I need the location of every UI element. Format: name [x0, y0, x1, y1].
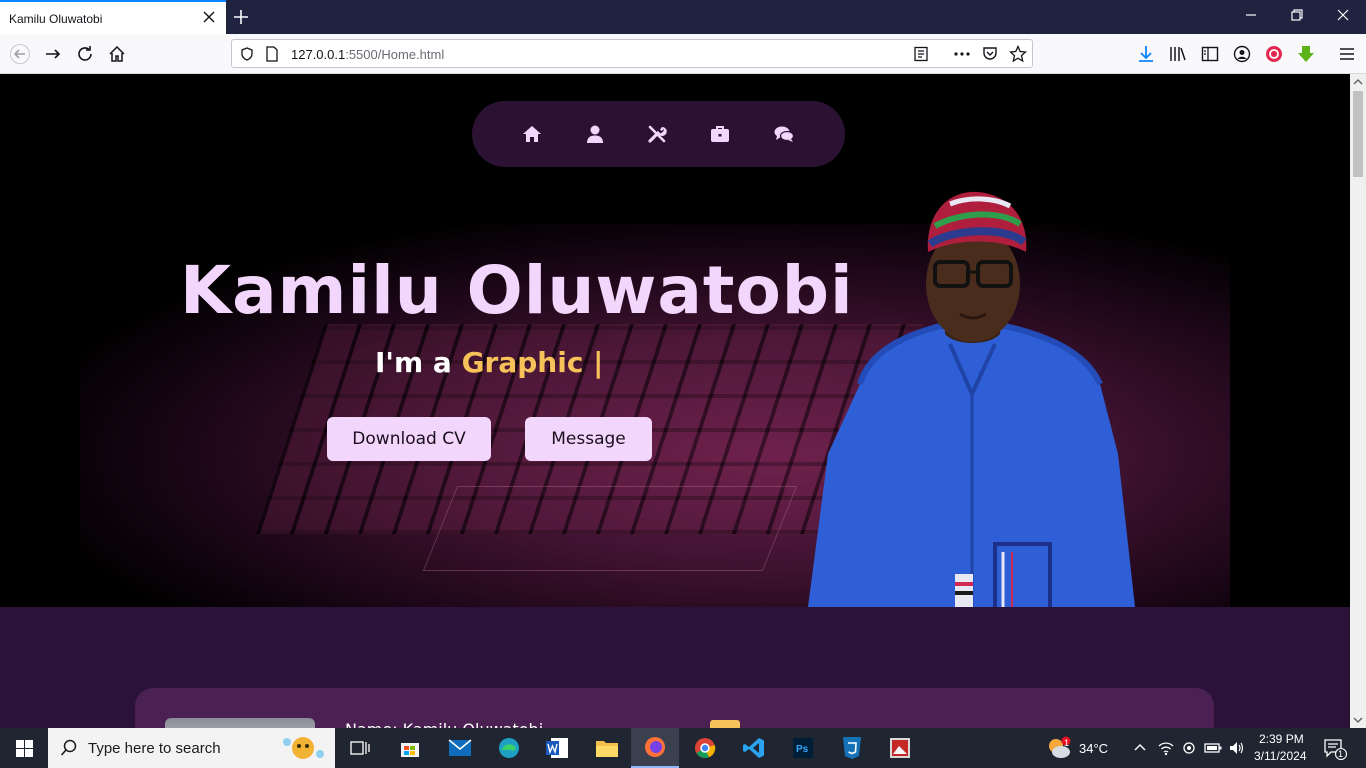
battery-icon[interactable]	[1204, 741, 1222, 755]
comments-icon[interactable]	[773, 123, 795, 145]
photoshop-icon: Ps	[793, 738, 813, 758]
photoshop-app-button[interactable]: Ps	[779, 728, 827, 768]
message-button[interactable]: Message	[525, 417, 652, 461]
store-app-button[interactable]	[386, 728, 434, 768]
hero-name: Kamilu Oluwatobi	[180, 252, 854, 329]
about-photo	[165, 718, 315, 728]
close-window-icon[interactable]	[1336, 8, 1350, 22]
scroll-thumb[interactable]	[1353, 91, 1363, 177]
chrome-icon	[695, 738, 716, 758]
profile-portrait	[808, 191, 1135, 607]
page-icon	[266, 46, 278, 62]
page-viewport: Kamilu Oluwatobi I'm a Graphic | Downloa…	[0, 74, 1350, 728]
notification-center-icon[interactable]	[1323, 738, 1347, 760]
windows-start-icon[interactable]	[16, 740, 33, 757]
word-app-button[interactable]	[533, 728, 581, 768]
briefcase-icon[interactable]	[709, 123, 731, 145]
css3-icon	[843, 737, 861, 759]
url-text[interactable]: 127.0.0.1:5500/Home.html	[291, 47, 444, 62]
mail-icon	[448, 739, 472, 756]
weather-temperature[interactable]: 34°C	[1079, 741, 1108, 756]
new-tab-icon[interactable]	[231, 7, 251, 27]
bookmark-star-icon[interactable]	[1009, 45, 1027, 63]
volume-icon[interactable]	[1228, 740, 1244, 756]
hero-section: Kamilu Oluwatobi I'm a Graphic | Downloa…	[0, 74, 1350, 607]
location-icon[interactable]	[1182, 740, 1196, 756]
menu-icon[interactable]	[1337, 44, 1357, 64]
taskbar-search-box[interactable]: Type here to search	[48, 728, 335, 768]
task-view-button[interactable]	[336, 728, 384, 768]
address-bar[interactable]: 127.0.0.1:5500/Home.html	[231, 39, 1033, 68]
forward-icon[interactable]	[43, 44, 63, 64]
home-icon[interactable]	[521, 123, 543, 145]
page-scrollbar[interactable]	[1350, 74, 1366, 728]
show-hidden-icons-chevron-icon[interactable]	[1134, 742, 1146, 752]
role-prefix: I'm a	[375, 346, 452, 379]
firefox-app-button[interactable]	[631, 728, 679, 768]
sidebar-icon[interactable]	[1200, 44, 1220, 64]
downloads-icon[interactable]	[1136, 44, 1156, 64]
css3-app-button[interactable]	[828, 728, 876, 768]
browser-toolbar: 127.0.0.1:5500/Home.html	[0, 34, 1366, 74]
task-view-icon	[350, 741, 370, 755]
scroll-down-icon[interactable]	[1353, 715, 1363, 725]
mail-app-button[interactable]	[436, 728, 484, 768]
reader-view-icon[interactable]	[913, 46, 929, 62]
browser-tab[interactable]: Kamilu Oluwatobi	[0, 0, 226, 34]
extension-red-icon[interactable]	[1264, 44, 1284, 64]
word-icon	[546, 738, 568, 758]
download-cv-button[interactable]: Download CV	[327, 417, 491, 461]
notification-count: 1	[1338, 749, 1344, 759]
close-tab-icon[interactable]	[202, 10, 216, 24]
tab-title: Kamilu Oluwatobi	[9, 12, 103, 26]
role-word: Graphic |	[461, 346, 604, 379]
clock-date[interactable]: 3/11/2024	[1254, 749, 1307, 763]
clock-time[interactable]: 2:39 PM	[1259, 732, 1304, 746]
image-editor-icon	[890, 738, 910, 758]
about-heading-accent	[710, 720, 740, 728]
vscode-icon	[743, 738, 764, 758]
shield-icon[interactable]	[240, 47, 254, 61]
edge-app-button[interactable]	[485, 728, 533, 768]
browser-tab-bar: Kamilu Oluwatobi	[0, 0, 1366, 34]
network-icon[interactable]	[1158, 740, 1174, 756]
nav-pill	[472, 101, 845, 167]
extension-download-icon[interactable]	[1296, 44, 1316, 64]
restore-icon[interactable]	[1290, 8, 1304, 22]
library-icon[interactable]	[1168, 44, 1188, 64]
windows-taskbar: Type here to search Ps 1 34°C 2:39 PM 3/…	[0, 728, 1366, 768]
about-name-line: Name: Kamilu Oluwatobi	[345, 720, 543, 728]
reload-icon[interactable]	[75, 44, 95, 64]
more-actions-icon[interactable]	[953, 46, 971, 62]
firefox-icon	[645, 737, 665, 757]
user-icon[interactable]	[584, 123, 606, 145]
folder-icon	[596, 741, 618, 757]
search-placeholder: Type here to search	[88, 740, 221, 757]
weather-badge-count: 1	[1064, 738, 1070, 748]
store-icon	[401, 743, 419, 757]
account-icon[interactable]	[1232, 44, 1252, 64]
search-icon	[60, 739, 77, 756]
hero-role: I'm a Graphic |	[375, 346, 603, 379]
edge-icon	[499, 738, 519, 758]
svg-text:Ps: Ps	[796, 744, 809, 755]
explorer-app-button[interactable]	[583, 728, 631, 768]
pocket-icon[interactable]	[982, 46, 998, 62]
minimize-icon[interactable]	[1244, 8, 1258, 22]
tools-icon[interactable]	[646, 123, 668, 145]
vscode-app-button[interactable]	[730, 728, 778, 768]
home-browser-icon[interactable]	[107, 44, 127, 64]
back-icon[interactable]	[10, 44, 30, 64]
image-app-button[interactable]	[876, 728, 924, 768]
search-highlight-icon	[283, 737, 324, 759]
scroll-up-icon[interactable]	[1353, 77, 1363, 87]
chrome-app-button[interactable]	[681, 728, 729, 768]
laptop-touchpad-graphic	[422, 486, 798, 571]
about-card: Name: Kamilu Oluwatobi	[135, 688, 1214, 728]
